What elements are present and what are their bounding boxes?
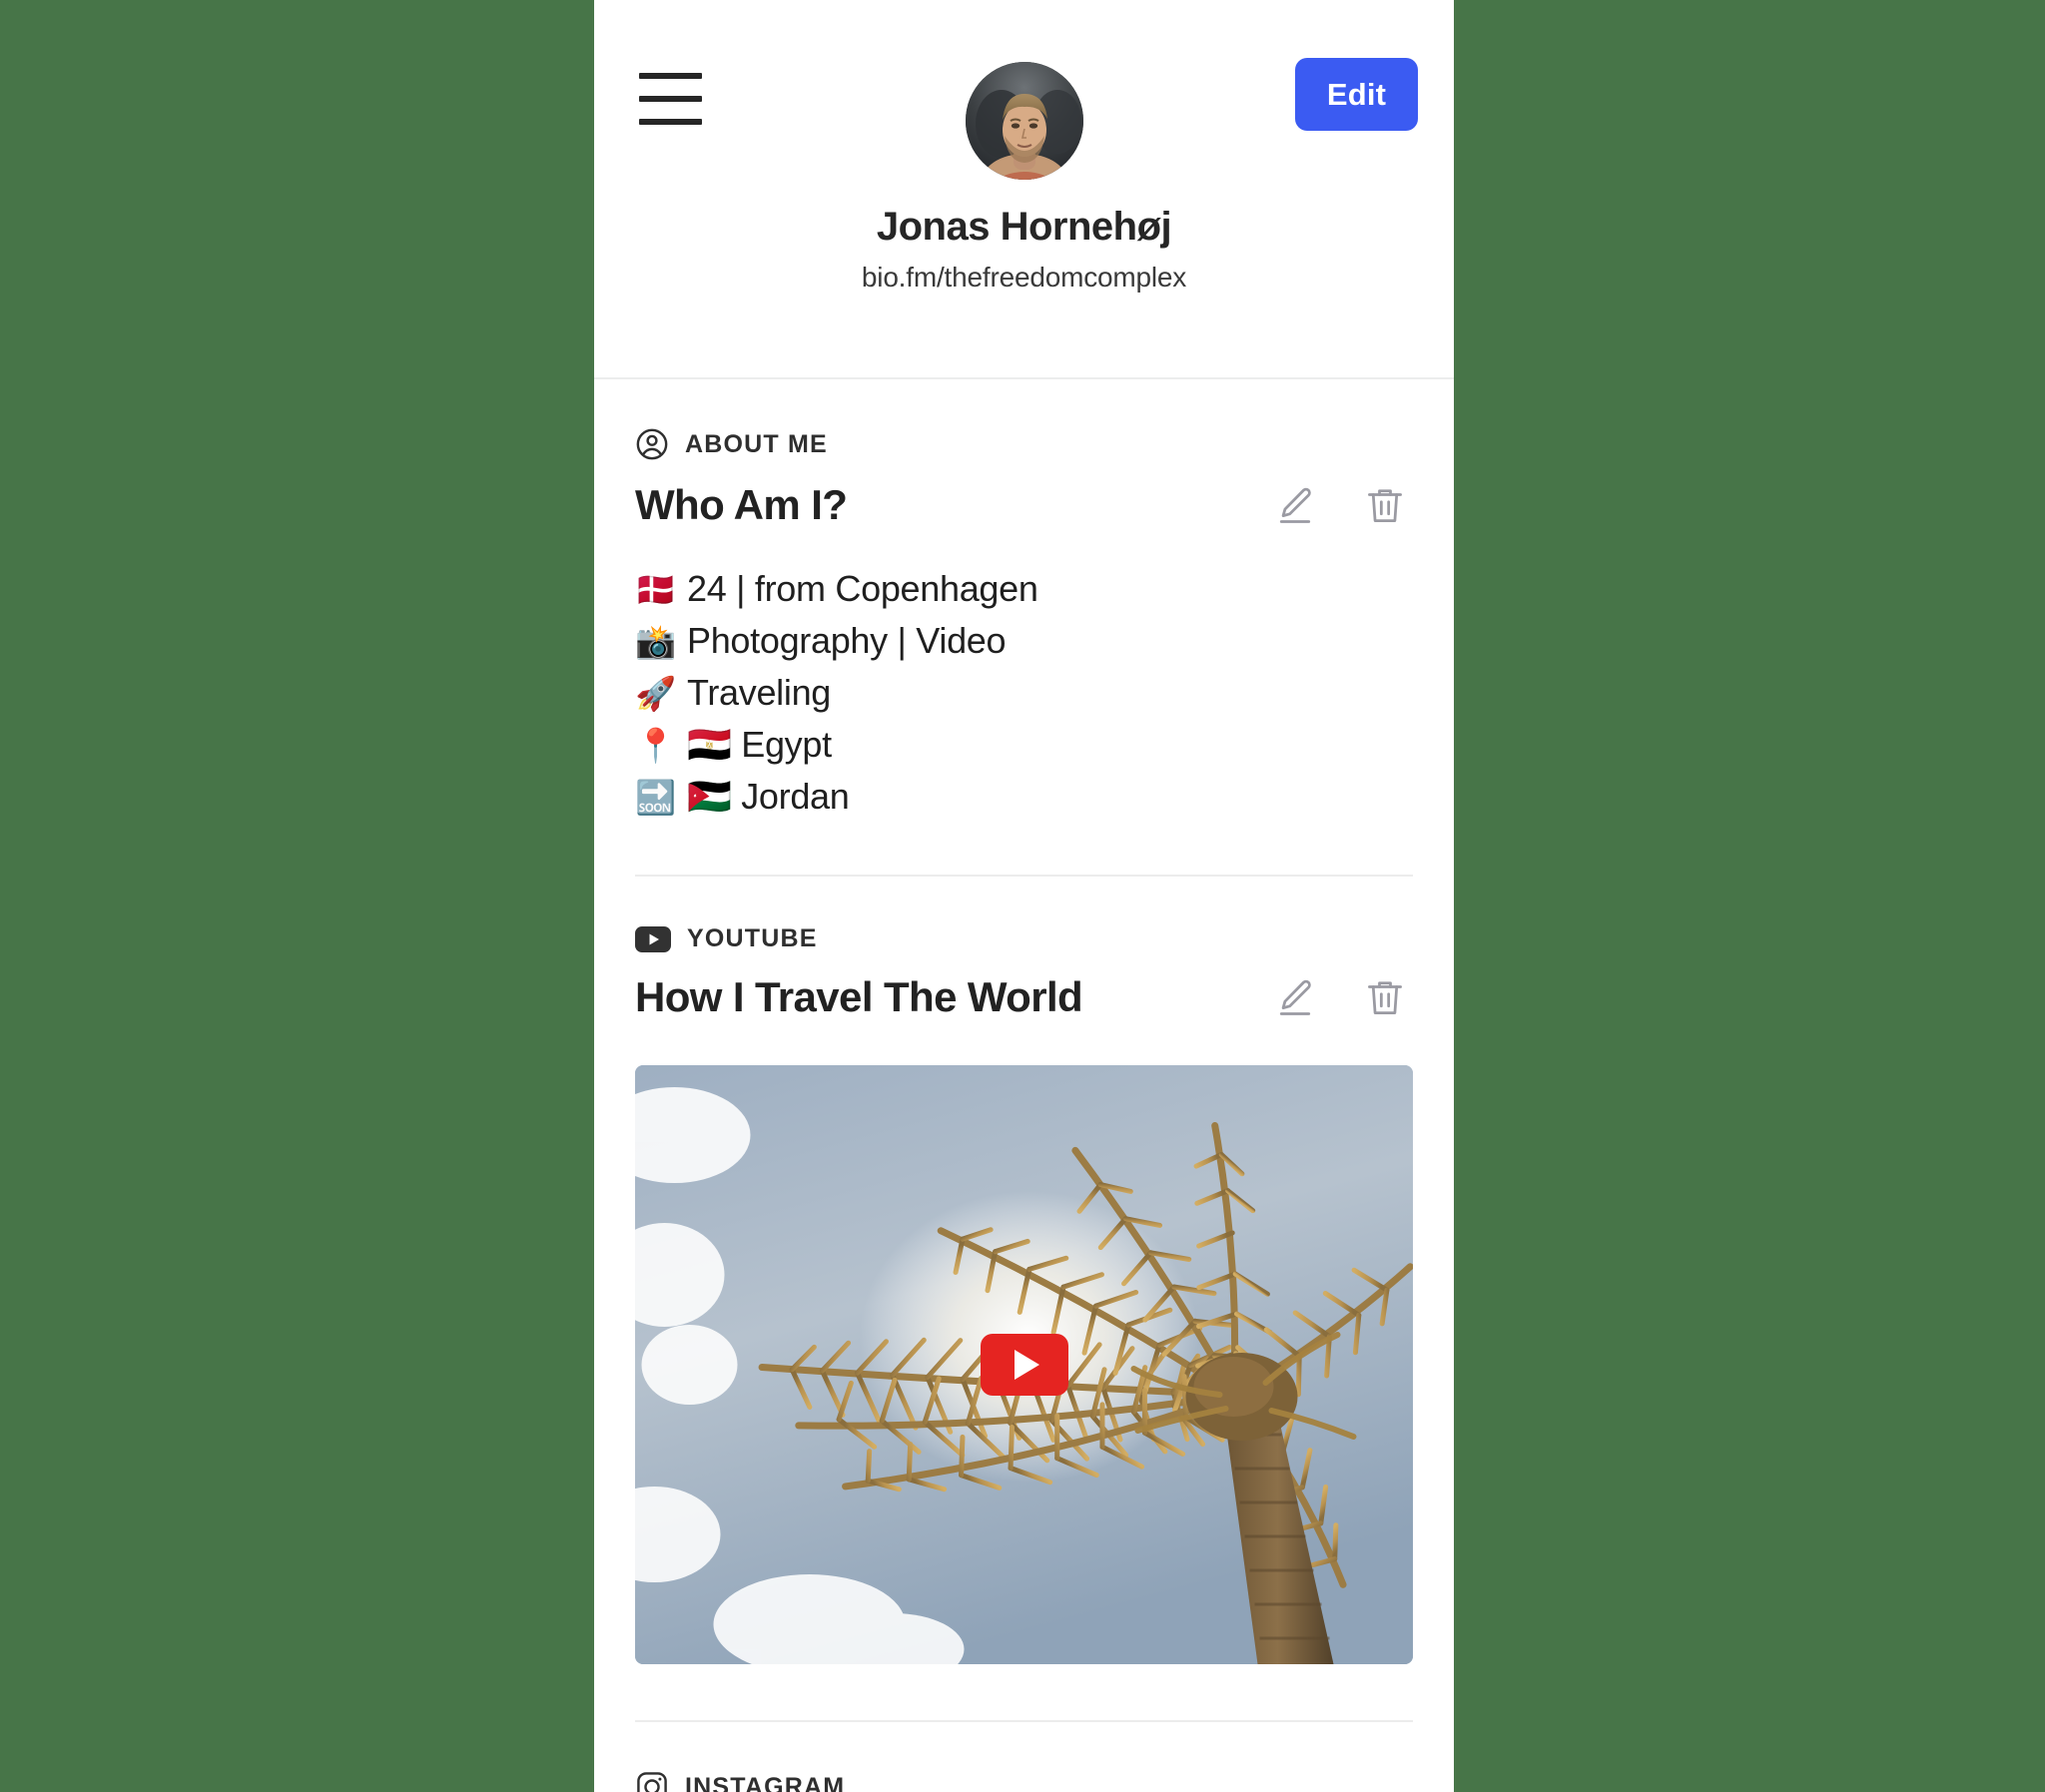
play-triangle: [1014, 1350, 1039, 1380]
edit-button[interactable]: Edit: [1295, 58, 1418, 131]
list-item: 🔜 🇯🇴 Jordan: [635, 771, 1413, 823]
list-item-label: 🇪🇬 Egypt: [687, 724, 832, 765]
instagram-label-row: INSTAGRAM: [635, 1722, 1413, 1792]
section-label-text: ABOUT ME: [685, 429, 828, 458]
youtube-icon: [635, 925, 671, 952]
list-item: 🇩🇰 24 | from Copenhagen: [635, 563, 1413, 615]
youtube-label-row: YOUTUBE: [635, 877, 1413, 953]
person-circle-icon: [635, 427, 669, 461]
profile-header: Edit Jonas Hornehøj bio.fm/thefreedomcom…: [594, 0, 1454, 377]
pencil-icon[interactable]: [1273, 975, 1317, 1019]
section-label-text: INSTAGRAM: [685, 1772, 846, 1792]
section-about-me: ABOUT ME Who Am I? 🇩🇰 24 | from Copenhag…: [594, 379, 1454, 875]
phone-panel: Edit Jonas Hornehøj bio.fm/thefreedomcom…: [594, 0, 1454, 1792]
youtube-title-row: How I Travel The World: [635, 973, 1413, 1021]
screen-root: Edit Jonas Hornehøj bio.fm/thefreedomcom…: [0, 0, 2045, 1792]
hamburger-menu-icon[interactable]: [639, 73, 702, 125]
hamburger-bar: [639, 73, 702, 79]
youtube-title: How I Travel The World: [635, 973, 1083, 1020]
about-me-label-row: ABOUT ME: [635, 379, 1413, 461]
page-title: Jonas Hornehøj: [876, 205, 1172, 249]
avatar-photo: [965, 62, 1083, 180]
about-me-actions: [1273, 483, 1413, 527]
instagram-icon: [635, 1770, 669, 1792]
list-item-label: Photography | Video: [687, 620, 1007, 661]
hamburger-bar: [639, 119, 702, 125]
list-item: 🚀 Traveling: [635, 667, 1413, 719]
section-label-text: YOUTUBE: [687, 924, 818, 952]
list-item-label: 24 | from Copenhagen: [687, 568, 1038, 609]
list-item-label: 🇯🇴 Jordan: [687, 776, 850, 817]
play-icon[interactable]: [980, 1334, 1068, 1396]
about-me-list: 🇩🇰 24 | from Copenhagen 📸 Photography | …: [635, 563, 1413, 875]
about-me-title-row: Who Am I?: [635, 481, 1413, 529]
soon-arrow-icon: 🔜: [635, 778, 676, 817]
list-item: 📸 Photography | Video: [635, 615, 1413, 667]
pushpin-icon: 📍: [635, 726, 676, 765]
about-me-title: Who Am I?: [635, 481, 848, 528]
avatar[interactable]: [965, 62, 1083, 180]
denmark-flag-icon: 🇩🇰: [635, 570, 676, 609]
pencil-icon[interactable]: [1273, 483, 1317, 527]
section-youtube: YOUTUBE How I Travel The World: [594, 877, 1454, 1664]
profile-url: bio.fm/thefreedomcomplex: [861, 262, 1187, 293]
youtube-actions: [1273, 975, 1413, 1019]
trash-icon[interactable]: [1363, 975, 1407, 1019]
video-thumbnail[interactable]: [635, 1065, 1413, 1664]
trash-icon[interactable]: [1363, 483, 1407, 527]
list-item: 📍 🇪🇬 Egypt: [635, 719, 1413, 771]
rocket-icon: 🚀: [635, 674, 676, 713]
hamburger-bar: [639, 96, 702, 102]
section-instagram: INSTAGRAM: [594, 1722, 1454, 1792]
list-item-label: Traveling: [687, 672, 832, 713]
camera-icon: 📸: [635, 622, 676, 661]
